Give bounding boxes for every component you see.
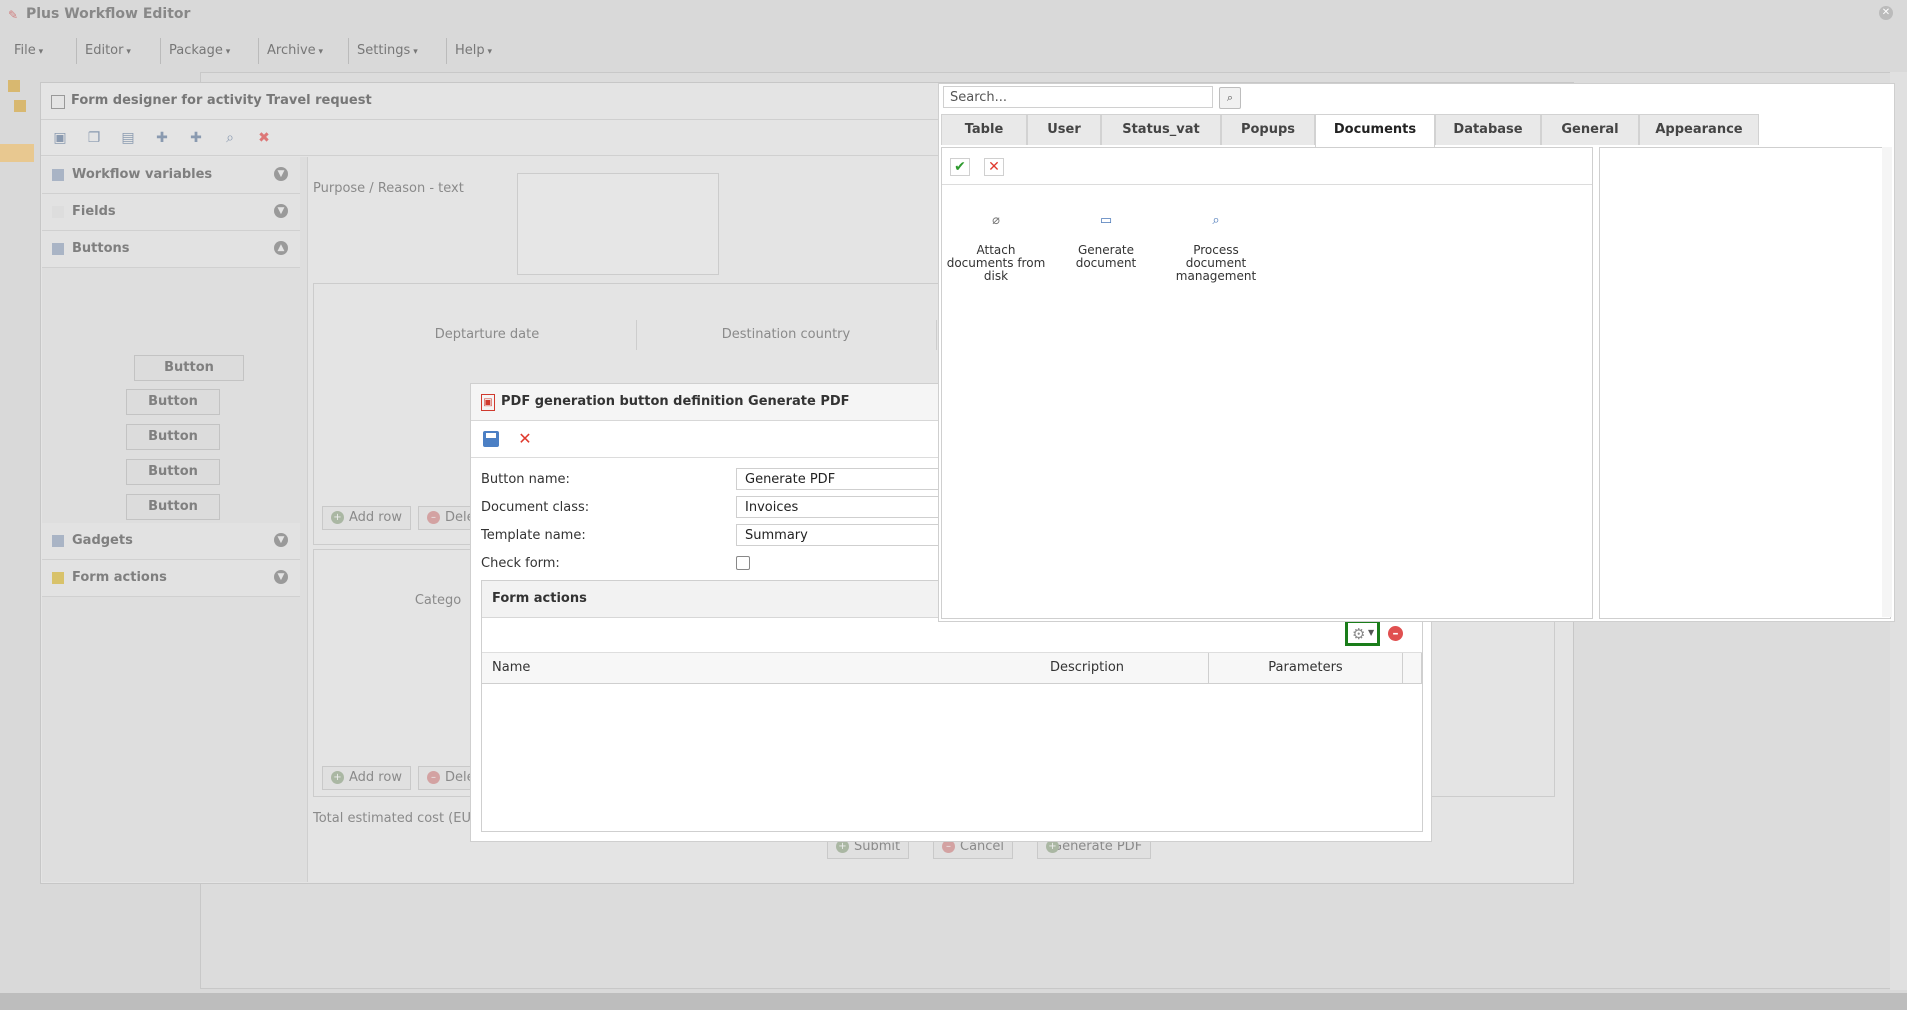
chevron-down-icon: ▼ (274, 167, 288, 181)
chevron-down-icon: ▼ (274, 533, 288, 547)
add-icon[interactable]: ✚ (153, 129, 171, 147)
tab-user[interactable]: User (1027, 114, 1101, 145)
menu-editor[interactable]: Editor (76, 38, 139, 64)
fields-icon (52, 206, 64, 218)
chevron-down-icon: ▼ (274, 204, 288, 218)
palette-button-submit[interactable]: Button (126, 389, 220, 415)
tab-documents[interactable]: Documents (1315, 114, 1435, 147)
save-icon[interactable]: ▣ (51, 129, 69, 147)
element-palette: ⌕ Table User Status_vat Popups Documents… (938, 83, 1895, 622)
pdf-icon: ▣ (481, 394, 495, 411)
tab-table[interactable]: Table (941, 114, 1027, 145)
gadgets-icon (52, 535, 64, 547)
menu-package[interactable]: Package (160, 38, 238, 64)
designer-sidebar: Workflow variables ▼ Fields ▼ Buttons ▲ … (42, 157, 308, 882)
buttons-icon (52, 243, 64, 255)
horizontal-scrollbar[interactable] (0, 993, 1907, 1010)
tab-popups[interactable]: Popups (1221, 114, 1315, 145)
section-fields[interactable]: Fields ▼ (42, 194, 300, 231)
menu-settings[interactable]: Settings (348, 38, 426, 64)
column-header: Deptarture date (338, 320, 637, 350)
form-icon (51, 95, 65, 109)
preview-icon[interactable]: ⌕ (221, 129, 239, 147)
palette-toolbar: ✔ ✕ (942, 148, 1592, 185)
palette-button-print[interactable]: Button (126, 494, 220, 520)
magnifier-icon: ⌕ (1212, 213, 1220, 228)
palette-item-process-document-management[interactable]: ⌕ Process document management (1166, 214, 1266, 283)
column-header-parameters[interactable]: Parameters (1209, 653, 1403, 684)
project-tree (0, 72, 34, 162)
paperclip-icon: ⌀ (992, 213, 1000, 228)
designer-title: Form designer for activity Travel reques… (71, 93, 372, 108)
section-gadgets[interactable]: Gadgets ▼ (42, 523, 300, 560)
search-options-icon[interactable]: ⌕ (1219, 87, 1241, 109)
palette-item-attach-documents[interactable]: ⌀ Attach documents from disk (946, 214, 1046, 283)
save-icon[interactable] (483, 431, 499, 447)
tab-general[interactable]: General (1541, 114, 1639, 145)
close-icon[interactable]: ✕ (517, 431, 533, 447)
tab-database[interactable]: Database (1435, 114, 1541, 145)
add-row-button[interactable]: Add row (322, 766, 411, 790)
section-buttons[interactable]: Buttons ▲ (42, 231, 300, 268)
palette-item-generate-document[interactable]: ▭ Generate document (1056, 214, 1156, 270)
purpose-textarea[interactable] (517, 173, 719, 275)
field-label-purpose-text: Purpose / Reason - text (313, 181, 464, 196)
document-class-label: Document class: (481, 500, 590, 515)
check-form-label: Check form: (481, 556, 560, 571)
app-title: Plus Workflow Editor (26, 6, 191, 22)
close-app-icon[interactable]: ✕ (1879, 6, 1893, 20)
chevron-down-icon: ▼ (274, 570, 288, 584)
menu-file[interactable]: File (6, 38, 51, 64)
delete-icon[interactable]: ✖ (255, 129, 273, 147)
close-icon[interactable]: ✕ (984, 158, 1004, 176)
palette-properties-panel (1599, 147, 1891, 619)
menu-bar: File Editor Package Archive Settings Hel… (0, 36, 1900, 66)
remove-action-icon[interactable]: – (1388, 626, 1403, 641)
add-green-icon[interactable]: ✚ (187, 129, 205, 147)
palette-button-pdf[interactable]: Button (126, 424, 220, 450)
palette-button-folder[interactable]: Button (126, 459, 220, 485)
chevron-down-icon: ▼ (1368, 628, 1375, 637)
lightning-icon (52, 572, 64, 584)
folder-icon (14, 100, 26, 112)
copy-icon[interactable]: ❐ (85, 129, 103, 147)
add-page-icon[interactable]: ▤ (119, 129, 137, 147)
add-row-button[interactable]: Add row (322, 506, 411, 530)
section-workflow-variables[interactable]: Workflow variables ▼ (42, 157, 300, 194)
palette-items-panel: ✔ ✕ ⌀ Attach documents from disk ▭ Gener… (941, 147, 1593, 619)
column-header-name[interactable]: Name (482, 653, 967, 684)
variables-icon (52, 169, 64, 181)
menu-help[interactable]: Help (446, 38, 500, 64)
check-form-checkbox[interactable] (736, 556, 750, 570)
tab-status-vat[interactable]: Status_vat (1101, 114, 1221, 145)
check-icon[interactable]: ✔ (950, 158, 970, 176)
form-actions-title: Form actions (492, 591, 587, 606)
window-icon: ▭ (1099, 213, 1113, 228)
section-form-actions[interactable]: Form actions ▼ (42, 560, 300, 597)
add-action-menu-button[interactable]: ⚙ ▼ (1345, 620, 1380, 646)
form-actions-toolbar: ⚙ ▼ – (482, 618, 1422, 653)
total-cost-label: Total estimated cost (EUR) (313, 811, 486, 826)
tab-appearance[interactable]: Appearance (1639, 114, 1759, 145)
app-title-bar: ✎ Plus Workflow Editor ✕ (0, 0, 1907, 28)
palette-search-input[interactable] (943, 86, 1213, 108)
button-name-label: Button name: (481, 472, 570, 487)
template-name-label: Template name: (481, 528, 586, 543)
palette-scrollbar[interactable] (1882, 147, 1892, 617)
pdf-dialog-title: PDF generation button definition Generat… (501, 394, 850, 409)
column-header: Destination country (636, 320, 937, 350)
menu-archive[interactable]: Archive (258, 38, 331, 64)
column-header-description[interactable]: Description (966, 653, 1209, 684)
app-logo-icon: ✎ (8, 8, 19, 22)
chevron-up-icon: ▲ (274, 241, 288, 255)
folder-icon (8, 80, 20, 92)
tree-selected-row[interactable] (0, 144, 34, 162)
gear-icon: ⚙ (1352, 625, 1366, 643)
column-header-spacer (1403, 653, 1422, 684)
palette-button[interactable]: Button (134, 355, 244, 381)
